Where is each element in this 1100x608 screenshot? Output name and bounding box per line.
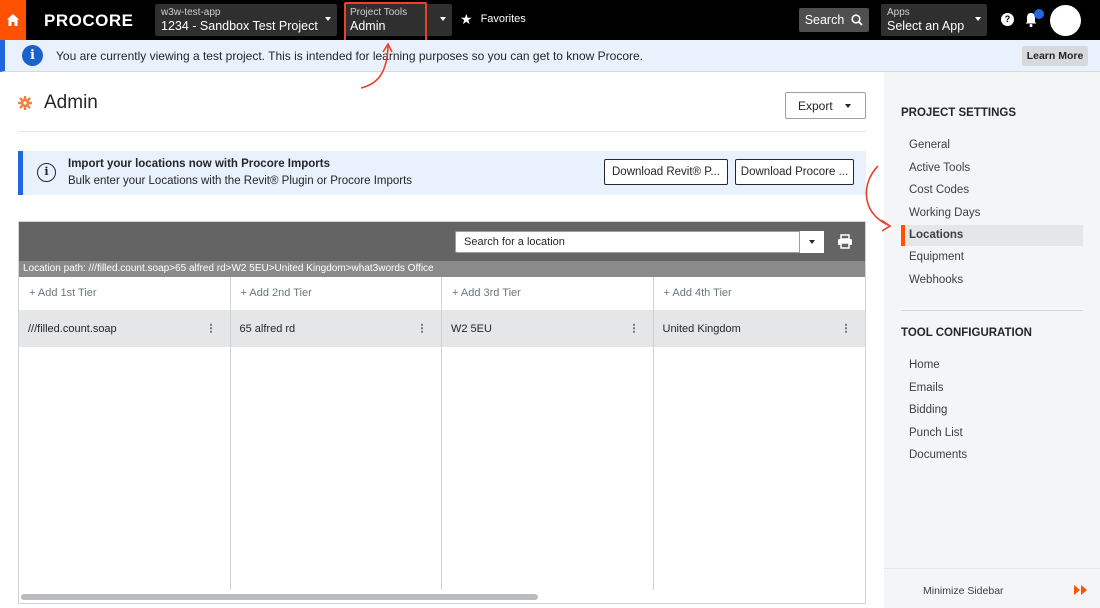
sidebar-item-emails[interactable]: Emails <box>901 378 1083 399</box>
search-button[interactable]: Search <box>799 8 869 32</box>
sidebar-item-locations[interactable]: Locations <box>901 225 1083 246</box>
page-header: Admin <box>18 92 98 114</box>
company-name: w3w-test-app <box>161 7 221 18</box>
export-button[interactable]: Export <box>785 92 866 119</box>
location-path: Location path: ///filled.count.soap>65 a… <box>19 261 865 277</box>
add-tier-button[interactable]: + Add 1st Tier <box>19 277 230 311</box>
sidebar-item-general[interactable]: General <box>901 135 1083 156</box>
sidebar-item-cost-codes[interactable]: Cost Codes <box>901 180 1083 201</box>
notification-badge <box>1034 9 1044 19</box>
project-selector[interactable]: w3w-test-app 1234 - Sandbox Test Project <box>155 4 337 36</box>
horizontal-scrollbar[interactable] <box>21 594 538 600</box>
search-icon <box>851 14 863 26</box>
procore-logo[interactable]: PROCORE <box>44 11 133 31</box>
chevron-down-icon <box>975 17 981 21</box>
tier-item[interactable]: United Kingdom <box>653 311 865 347</box>
favorites-button[interactable]: ★ Favorites <box>460 11 526 27</box>
location-search-dropdown[interactable] <box>799 231 824 253</box>
tool-configuration-heading: TOOL CONFIGURATION <box>901 327 1032 339</box>
chevron-down-icon <box>325 17 331 21</box>
home-icon <box>7 14 19 26</box>
gear-icon <box>18 96 32 110</box>
tier-item[interactable]: ///filled.count.soap <box>19 311 230 347</box>
divider <box>901 310 1083 311</box>
tier-item-label: United Kingdom <box>662 323 741 335</box>
info-icon: i <box>37 163 56 182</box>
star-icon: ★ <box>460 11 473 27</box>
locations-toolbar: Search for a location <box>19 222 865 261</box>
fast-forward-icon <box>1074 585 1087 595</box>
tier-column-1: + Add 1st Tier ///filled.count.soap <box>19 277 231 590</box>
apps-value: Select an App <box>887 19 965 33</box>
import-callout: i Import your locations now with Procore… <box>18 151 866 195</box>
favorites-label: Favorites <box>480 13 526 25</box>
print-icon[interactable] <box>837 234 853 249</box>
tier-columns: + Add 1st Tier ///filled.count.soap + Ad… <box>19 277 865 590</box>
tier-item[interactable]: 65 alfred rd <box>230 311 441 347</box>
test-project-banner: i You are currently viewing a test proje… <box>0 40 1100 72</box>
banner-message: You are currently viewing a test project… <box>56 49 643 63</box>
sidebar-footer[interactable]: Minimize Sidebar <box>884 568 1100 608</box>
add-tier-button[interactable]: + Add 4th Tier <box>653 277 865 311</box>
kebab-menu-icon[interactable] <box>632 323 635 333</box>
top-navigation: PROCORE w3w-test-app 1234 - Sandbox Test… <box>0 0 1100 42</box>
kebab-menu-icon[interactable] <box>845 323 847 333</box>
info-icon: i <box>22 45 43 66</box>
apps-label: Apps <box>887 7 910 18</box>
search-label: Search <box>804 13 845 27</box>
tier-column-2: + Add 2nd Tier 65 alfred rd <box>230 277 442 590</box>
import-subtitle: Bulk enter your Locations with the Revit… <box>68 175 413 187</box>
minimize-sidebar-label: Minimize Sidebar <box>923 585 1004 597</box>
tier-item-label: ///filled.count.soap <box>28 323 117 335</box>
tier-column-3: + Add 3rd Tier W2 5EU <box>442 277 654 590</box>
annotation-highlight-box <box>344 2 427 42</box>
admin-sidebar: PROJECT SETTINGS General Active Tools Co… <box>884 72 1100 608</box>
tier-item-label: W2 5EU <box>451 323 492 335</box>
tier-item[interactable]: W2 5EU <box>442 311 653 347</box>
chevron-down-icon <box>844 103 851 108</box>
page-title: Admin <box>44 92 98 113</box>
project-name: 1234 - Sandbox Test Project <box>161 19 318 33</box>
tier-column-4: + Add 4th Tier United Kingdom <box>653 277 865 590</box>
kebab-menu-icon[interactable] <box>209 323 212 333</box>
sidebar-item-webhooks[interactable]: Webhooks <box>901 270 1083 291</box>
sidebar-item-home[interactable]: Home <box>901 355 1083 376</box>
add-tier-button[interactable]: + Add 3rd Tier <box>442 277 653 311</box>
sidebar-item-bidding[interactable]: Bidding <box>901 400 1083 421</box>
kebab-menu-icon[interactable] <box>421 323 423 333</box>
export-label: Export <box>798 98 833 113</box>
home-button[interactable] <box>0 0 26 40</box>
sidebar-item-active-tools[interactable]: Active Tools <box>901 158 1083 179</box>
avatar[interactable] <box>1050 5 1081 36</box>
sidebar-item-working-days[interactable]: Working Days <box>901 203 1083 224</box>
location-search-input[interactable]: Search for a location <box>455 231 824 253</box>
download-revit-plugin-button[interactable]: Download Revit® P... <box>604 159 728 185</box>
import-title: Import your locations now with Procore I… <box>68 158 330 170</box>
main-content: Admin Export i Import your locations now… <box>0 72 884 608</box>
locations-panel: Search for a location Location path: ///… <box>18 221 866 604</box>
chevron-down-icon <box>440 17 446 21</box>
sidebar-item-documents[interactable]: Documents <box>901 445 1083 466</box>
project-settings-heading: PROJECT SETTINGS <box>901 107 1017 119</box>
learn-more-button[interactable]: Learn More <box>1022 46 1088 66</box>
apps-selector[interactable]: Apps Select an App <box>881 4 987 36</box>
sidebar-item-equipment[interactable]: Equipment <box>901 247 1083 268</box>
divider <box>18 131 866 132</box>
download-procore-imports-button[interactable]: Download Procore ... <box>735 159 854 185</box>
help-icon[interactable]: ? <box>1001 13 1014 26</box>
tier-item-label: 65 alfred rd <box>239 323 296 335</box>
sidebar-item-punch-list[interactable]: Punch List <box>901 423 1083 444</box>
add-tier-button[interactable]: + Add 2nd Tier <box>230 277 441 311</box>
chevron-down-icon <box>809 240 815 244</box>
